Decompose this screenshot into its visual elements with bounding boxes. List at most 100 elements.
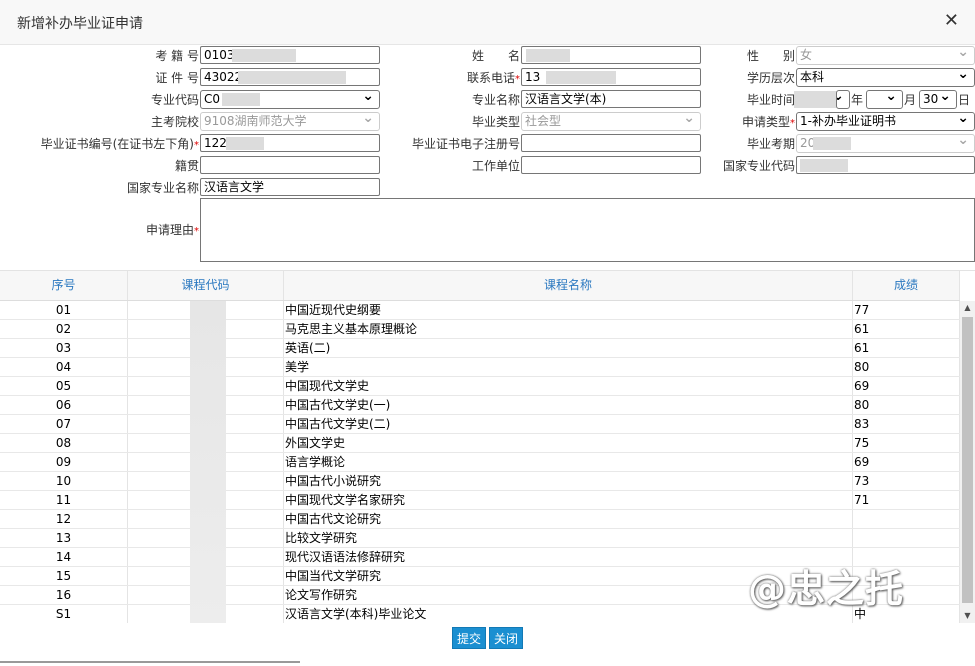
table-row[interactable]: 09 语言学概论 69 <box>0 453 960 472</box>
redaction <box>232 49 296 62</box>
cell-score: 77 <box>853 301 960 319</box>
grad-time-label: 毕业时间 <box>746 93 795 107</box>
table-row[interactable]: 06 中国古代文学史(一) 80 <box>0 396 960 415</box>
table-row[interactable]: 08 外国文学史 75 <box>0 434 960 453</box>
scroll-down-icon[interactable]: ▼ <box>960 609 975 623</box>
major-name-field[interactable]: 汉语言文学(本) <box>521 90 701 108</box>
cell-score: 83 <box>853 415 960 433</box>
gender-label: 性 别 <box>746 49 795 63</box>
table-row[interactable]: 13 比较文学研究 <box>0 529 960 548</box>
cert-reg-no-field[interactable] <box>521 134 701 152</box>
grad-year-select[interactable] <box>836 90 850 109</box>
cell-no: 08 <box>0 434 128 452</box>
national-major-code-label: 国家专业代码 <box>722 159 795 173</box>
redaction <box>226 137 264 150</box>
table-row[interactable]: 11 中国现代文学名家研究 71 <box>0 491 960 510</box>
grad-month-select[interactable] <box>866 90 903 109</box>
cell-no: 01 <box>0 301 128 319</box>
apply-type-label: 申请类型* <box>741 115 795 129</box>
table-row[interactable]: 12 中国古代文论研究 <box>0 510 960 529</box>
cell-no: 11 <box>0 491 128 509</box>
grad-day-select[interactable]: 30 <box>919 90 957 109</box>
year-suffix: 年 <box>851 93 864 107</box>
cell-course-name: 比较文学研究 <box>284 529 853 547</box>
cell-course-name: 中国古代文论研究 <box>284 510 853 528</box>
header-course-name[interactable]: 课程名称 <box>284 271 853 300</box>
redaction <box>526 49 570 62</box>
table-row[interactable]: 07 中国古代文学史(二) 83 <box>0 415 960 434</box>
header-no[interactable]: 序号 <box>0 271 128 300</box>
table-row[interactable]: 05 中国现代文学史 69 <box>0 377 960 396</box>
cell-score <box>853 529 960 547</box>
table-row[interactable]: 04 美学 80 <box>0 358 960 377</box>
grid-header: 序号 课程代码 课程名称 成绩 <box>0 271 960 301</box>
table-row[interactable]: 02 马克思主义基本原理概论 61 <box>0 320 960 339</box>
cell-score: 69 <box>853 453 960 471</box>
cell-no: 04 <box>0 358 128 376</box>
id-no-label: 证 件 号 <box>155 71 199 85</box>
cell-score: 80 <box>853 358 960 376</box>
school-select[interactable]: 9108湖南师范大学 <box>200 112 380 131</box>
header-course-code[interactable]: 课程代码 <box>128 271 284 300</box>
cell-no: 02 <box>0 320 128 338</box>
edu-level-select[interactable]: 本科 <box>796 68 975 87</box>
cell-score: 61 <box>853 339 960 357</box>
dialog-titlebar: 新增补办毕业证申请 ✕ <box>0 0 975 45</box>
table-row[interactable]: 10 中国古代小说研究 73 <box>0 472 960 491</box>
cell-course-name: 外国文学史 <box>284 434 853 452</box>
redaction <box>546 71 616 84</box>
grad-type-select[interactable]: 社会型 <box>521 112 701 131</box>
table-row[interactable]: 03 英语(二) 61 <box>0 339 960 358</box>
application-form: 考 籍 号 0103 姓 名 性 别 女 证 件 号 43022 联系电话* 1… <box>0 44 975 262</box>
cell-course-name: 中国古代小说研究 <box>284 472 853 490</box>
cell-course-name: 中国近现代史纲要 <box>284 301 853 319</box>
cell-score: 75 <box>853 434 960 452</box>
cell-no: 09 <box>0 453 128 471</box>
cert-reg-no-label: 毕业证书电子注册号 <box>411 137 520 151</box>
cell-course-name: 中国现代文学名家研究 <box>284 491 853 509</box>
national-major-name-field[interactable]: 汉语言文学 <box>200 178 380 196</box>
school-label: 主考院校 <box>150 115 199 129</box>
cell-no: 14 <box>0 548 128 566</box>
cert-no-label: 毕业证书编号(在证书左下角)* <box>40 137 199 151</box>
cell-no: 06 <box>0 396 128 414</box>
cell-no: 16 <box>0 586 128 604</box>
cell-course-name: 中国古代文学史(二) <box>284 415 853 433</box>
gender-select[interactable]: 女 <box>796 46 975 65</box>
redaction <box>222 93 260 106</box>
cell-score: 61 <box>853 320 960 338</box>
name-label: 姓 名 <box>471 49 520 63</box>
work-unit-field[interactable] <box>521 156 701 174</box>
exam-no-label: 考 籍 号 <box>155 49 199 63</box>
native-place-field[interactable] <box>200 156 380 174</box>
national-major-name-label: 国家专业名称 <box>126 181 199 195</box>
scroll-thumb[interactable] <box>962 317 973 603</box>
reason-label: 申请理由* <box>145 223 199 237</box>
dialog-title: 新增补办毕业证申请 <box>17 16 143 32</box>
cell-no: 10 <box>0 472 128 490</box>
cell-score: 73 <box>853 472 960 490</box>
cell-course-name: 中国古代文学史(一) <box>284 396 853 414</box>
cell-no: 12 <box>0 510 128 528</box>
header-score[interactable]: 成绩 <box>853 271 960 300</box>
grad-type-label: 毕业类型 <box>471 115 520 129</box>
redaction <box>813 137 851 150</box>
major-code-label: 专业代码 <box>150 93 199 107</box>
submit-button[interactable]: 提交 <box>452 627 487 649</box>
vertical-scrollbar[interactable]: ▲ ▼ <box>960 301 975 623</box>
redaction <box>794 91 842 108</box>
phone-label: 联系电话* <box>466 71 520 85</box>
table-row[interactable]: 01 中国近现代史纲要 77 <box>0 301 960 320</box>
reason-textarea[interactable] <box>200 198 975 262</box>
redaction <box>190 301 226 623</box>
apply-type-select[interactable]: 1-补办毕业证明书 <box>796 112 975 131</box>
cell-score: 71 <box>853 491 960 509</box>
cell-course-name: 英语(二) <box>284 339 853 357</box>
scroll-up-icon[interactable]: ▲ <box>960 301 975 315</box>
close-button[interactable]: 关闭 <box>489 627 524 649</box>
major-name-label: 专业名称 <box>471 93 520 107</box>
redaction <box>800 159 848 172</box>
cell-no: 13 <box>0 529 128 547</box>
work-unit-label: 工作单位 <box>471 159 520 173</box>
close-icon[interactable]: ✕ <box>944 11 959 31</box>
